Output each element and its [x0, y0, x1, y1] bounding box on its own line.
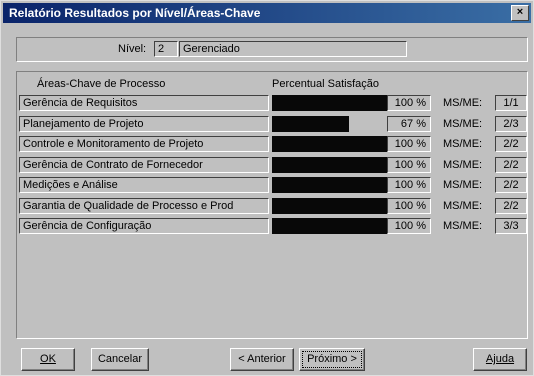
ms-me-value: 2/2	[495, 198, 527, 214]
level-panel: Nível: 2 Gerenciado	[16, 37, 528, 62]
level-name-field: Gerenciado	[179, 41, 407, 57]
area-name: Gerência de Requisitos	[19, 95, 269, 111]
ms-me-value: 2/3	[495, 116, 527, 132]
column-header-percent: Percentual Satisfação	[272, 78, 380, 90]
satisfaction-bar-track	[272, 198, 387, 214]
satisfaction-percent: 100 %	[387, 136, 431, 152]
area-name: Gerência de Contrato de Fornecedor	[19, 157, 269, 173]
satisfaction-percent: 100 %	[387, 218, 431, 234]
satisfaction-bar-track	[272, 116, 387, 132]
area-name: Gerência de Configuração	[19, 218, 269, 234]
previous-button[interactable]: < Anterior	[230, 348, 294, 371]
ms-me-value: 2/2	[495, 177, 527, 193]
satisfaction-percent: 67 %	[387, 116, 431, 132]
cancel-button[interactable]: Cancelar	[91, 348, 149, 371]
satisfaction-bar	[272, 157, 387, 173]
window-title: Relatório Resultados por Nível/Áreas-Cha…	[9, 6, 261, 20]
report-window: Relatório Resultados por Nível/Áreas-Cha…	[0, 0, 534, 376]
area-name: Garantia de Qualidade de Processo e Prod	[19, 198, 269, 214]
ms-me-label: MS/ME:	[443, 179, 483, 191]
ms-me-label: MS/ME:	[443, 138, 483, 150]
level-label: Nível:	[118, 43, 147, 55]
title-bar[interactable]: Relatório Resultados por Nível/Áreas-Cha…	[3, 3, 531, 23]
satisfaction-bar-track	[272, 218, 387, 234]
next-button[interactable]: Próximo >	[299, 348, 365, 371]
satisfaction-bar-track	[272, 157, 387, 173]
ms-me-label: MS/ME:	[443, 97, 483, 109]
cancel-button-label: Cancelar	[97, 353, 143, 365]
previous-button-label: < Anterior	[238, 353, 286, 365]
satisfaction-bar	[272, 198, 387, 214]
ok-button[interactable]: OK	[21, 348, 75, 371]
ms-me-label: MS/ME:	[443, 200, 483, 212]
satisfaction-bar	[272, 95, 387, 111]
satisfaction-bar	[272, 116, 349, 132]
next-button-label: Próximo >	[307, 353, 357, 365]
close-button[interactable]: ×	[511, 5, 529, 21]
satisfaction-bar	[272, 136, 387, 152]
ms-me-value: 2/2	[495, 157, 527, 173]
ms-me-value: 2/2	[495, 136, 527, 152]
level-number-field: 2	[154, 41, 178, 57]
column-header-area: Áreas-Chave de Processo	[37, 78, 166, 90]
ms-me-value: 1/1	[495, 95, 527, 111]
satisfaction-bar	[272, 177, 387, 193]
help-button-label: Ajuda	[485, 353, 515, 365]
satisfaction-percent: 100 %	[387, 177, 431, 193]
satisfaction-bar-track	[272, 95, 387, 111]
satisfaction-bar-track	[272, 136, 387, 152]
satisfaction-percent: 100 %	[387, 198, 431, 214]
area-name: Planejamento de Projeto	[19, 116, 269, 132]
ms-me-label: MS/ME:	[443, 118, 483, 130]
satisfaction-bar	[272, 218, 387, 234]
ok-button-label: OK	[40, 353, 56, 365]
satisfaction-bar-track	[272, 177, 387, 193]
help-button[interactable]: Ajuda	[473, 348, 527, 371]
satisfaction-percent: 100 %	[387, 95, 431, 111]
ms-me-value: 3/3	[495, 218, 527, 234]
ms-me-label: MS/ME:	[443, 159, 483, 171]
area-name: Medições e Análise	[19, 177, 269, 193]
ms-me-label: MS/ME:	[443, 220, 483, 232]
area-name: Controle e Monitoramento de Projeto	[19, 136, 269, 152]
satisfaction-percent: 100 %	[387, 157, 431, 173]
